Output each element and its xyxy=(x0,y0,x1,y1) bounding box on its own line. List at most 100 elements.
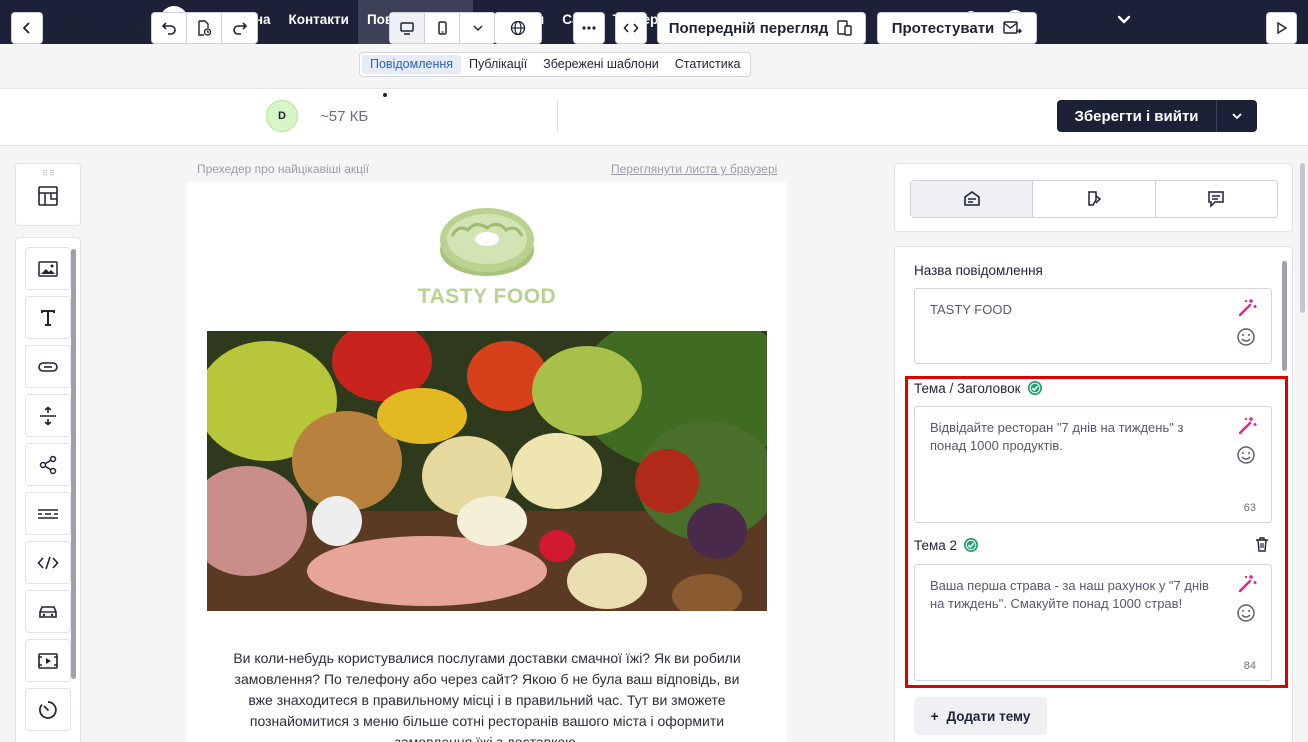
more-button[interactable] xyxy=(573,12,605,44)
save-and-exit-button[interactable]: Зберегти і вийти xyxy=(1057,100,1257,132)
tab-comments[interactable] xyxy=(1156,181,1277,217)
play-icon xyxy=(1276,21,1287,35)
message-name-field[interactable]: TASTY FOOD xyxy=(914,288,1272,364)
check-circle-icon xyxy=(1027,381,1042,395)
desktop-view-button[interactable] xyxy=(390,13,425,43)
save-and-exit-label[interactable]: Зберегти і вийти xyxy=(1057,100,1217,132)
tab-message-settings[interactable] xyxy=(911,181,1034,217)
history-group xyxy=(151,12,258,44)
undo-button[interactable] xyxy=(152,13,187,43)
view-in-browser-link[interactable]: Переглянути листа у браузері xyxy=(611,162,777,176)
save-options-button[interactable] xyxy=(1217,100,1257,132)
subtab-3[interactable]: Статистика xyxy=(667,55,749,74)
layouts-panel[interactable]: ⠿⠿ xyxy=(15,163,81,226)
block-html[interactable] xyxy=(25,541,71,584)
toolbar-divider xyxy=(557,100,558,132)
comment-icon xyxy=(1208,191,1225,208)
magic-wand-icon[interactable] xyxy=(1237,298,1257,318)
subject2-value: Ваша перша страва - за наш рахунок у "7 … xyxy=(930,578,1209,611)
language-button[interactable] xyxy=(494,12,542,44)
block-timer[interactable] xyxy=(25,688,71,731)
button-icon xyxy=(38,361,58,372)
test-button[interactable]: Протестувати xyxy=(877,12,1037,44)
block-image[interactable] xyxy=(25,247,71,290)
block-text[interactable] xyxy=(25,296,71,339)
document-history-icon xyxy=(198,20,212,36)
panel-scrollbar[interactable] xyxy=(1282,261,1287,371)
message-name-label: Назва повідомлення xyxy=(914,263,1043,278)
emoji-icon[interactable] xyxy=(1236,603,1256,623)
video-icon xyxy=(38,652,58,669)
magic-wand-icon[interactable] xyxy=(1237,416,1257,436)
avatar[interactable]: D xyxy=(266,100,298,132)
subject-field[interactable]: Відвідайте ресторан "7 днів на тиждень" … xyxy=(914,406,1272,523)
preview-button[interactable]: Попередній перегляд xyxy=(657,12,866,44)
code-icon xyxy=(623,23,639,33)
add-subject-label: Додати тему xyxy=(946,708,1031,724)
subtab-0[interactable]: Повідомлення xyxy=(362,55,462,74)
subject-label-text: Тема / Заголовок xyxy=(914,380,1021,396)
subject-value: Відвідайте ресторан "7 днів на тиждень" … xyxy=(930,420,1184,453)
nav-item-1[interactable]: Контакти xyxy=(280,0,358,44)
preview-label: Попередній перегляд xyxy=(668,19,829,37)
add-subject-button[interactable]: + Додати тему xyxy=(914,697,1047,735)
more-dots-icon xyxy=(582,26,596,30)
food-image-icon xyxy=(207,331,767,611)
back-button[interactable] xyxy=(11,12,43,44)
drag-handle-icon[interactable]: ⠿⠿ xyxy=(42,169,56,178)
test-label: Протестувати xyxy=(891,19,995,37)
settings-tabs-panel xyxy=(894,163,1293,232)
redo-button[interactable] xyxy=(222,13,257,43)
subject2-label-text: Тема 2 xyxy=(914,537,958,553)
mobile-icon xyxy=(438,21,447,35)
email-canvas: TASTY FOOD Ви коли-небудь користувалися … xyxy=(187,182,787,742)
subtab-2[interactable]: Збережені шаблони xyxy=(535,55,667,74)
block-video[interactable] xyxy=(25,639,71,682)
image-icon xyxy=(38,260,58,277)
subject-char-count: 63 xyxy=(1243,502,1256,514)
preview-devices-icon xyxy=(837,20,852,36)
settings-tabs xyxy=(910,180,1278,218)
email-body-text[interactable]: Ви коли-небудь користувалися послугами д… xyxy=(227,648,747,742)
message-size: ~57 КБ xyxy=(320,108,369,125)
trash-icon[interactable] xyxy=(1254,536,1270,552)
redo-icon xyxy=(232,22,247,35)
chevron-down-icon[interactable] xyxy=(1114,9,1134,29)
mobile-view-button[interactable] xyxy=(425,13,460,43)
layout-grid-icon xyxy=(38,186,58,206)
code-button[interactable] xyxy=(615,12,647,44)
timer-icon xyxy=(39,700,57,719)
blocks-scrollbar[interactable] xyxy=(71,249,76,679)
desktop-icon xyxy=(400,22,414,35)
subject2-label: Тема 2 xyxy=(914,537,979,553)
message-name-label-text: Назва повідомлення xyxy=(914,263,1043,278)
check-circle-icon xyxy=(964,538,979,552)
magic-wand-icon[interactable] xyxy=(1237,574,1257,594)
device-view-group xyxy=(389,12,496,44)
chevron-down-icon xyxy=(472,25,483,32)
view-dropdown-button[interactable] xyxy=(460,13,495,43)
globe-icon xyxy=(510,20,526,36)
hero-image[interactable] xyxy=(207,331,767,611)
play-button[interactable] xyxy=(1266,12,1297,44)
version-history-button[interactable] xyxy=(187,13,222,43)
block-amp[interactable] xyxy=(25,590,71,633)
subject2-field[interactable]: Ваша перша страва - за наш рахунок у "7 … xyxy=(914,564,1272,681)
donut-logo-icon[interactable] xyxy=(438,202,536,278)
block-divider[interactable] xyxy=(25,492,71,535)
envelope-settings-icon xyxy=(963,191,980,206)
plus-icon: + xyxy=(930,708,939,724)
divider-icon xyxy=(38,508,58,519)
preheader-text[interactable]: Прехедер про найцікавіші акції xyxy=(197,162,369,176)
emoji-icon[interactable] xyxy=(1236,445,1256,465)
car-icon xyxy=(39,605,57,618)
brand-name: TASTY FOOD xyxy=(417,285,557,308)
paint-bucket-icon xyxy=(1088,191,1102,206)
block-button[interactable] xyxy=(25,345,71,388)
block-spacer[interactable] xyxy=(25,394,71,437)
tab-styles[interactable] xyxy=(1033,181,1156,217)
emoji-icon[interactable] xyxy=(1236,327,1256,347)
subtab-1[interactable]: Публікації xyxy=(461,55,535,74)
block-social[interactable] xyxy=(25,443,71,486)
page-scrollbar[interactable] xyxy=(1300,163,1305,313)
